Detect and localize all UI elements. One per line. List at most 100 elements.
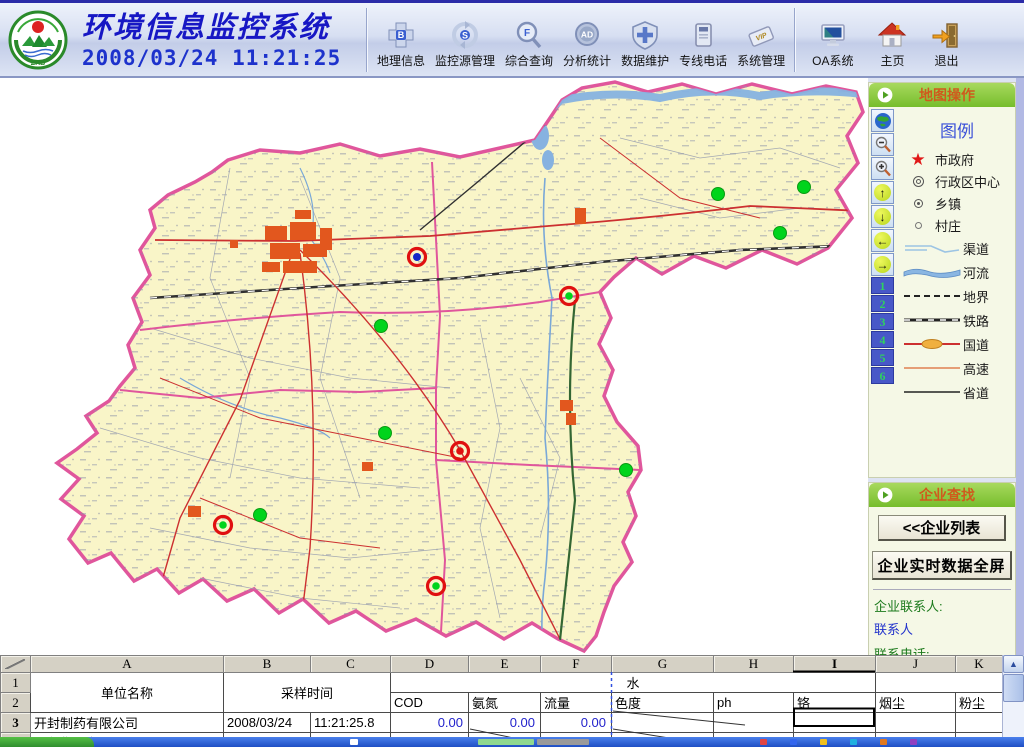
scale-button-5[interactable]: 5 [871,349,894,366]
flow-cell[interactable]: 0.00 [541,713,612,733]
windows-taskbar[interactable] [0,737,1024,747]
col-header-I[interactable]: I [794,656,876,673]
scroll-thumb[interactable] [1003,674,1024,702]
enterprise-list-button[interactable]: <<企业列表 [878,515,1006,541]
map-marker-green[interactable] [254,509,267,522]
col-header-J[interactable]: J [876,656,956,673]
enterprise-name-cell[interactable]: 开封制药有限公司 [31,713,224,733]
colority-cell[interactable] [612,713,714,733]
nav-data-maintain[interactable]: 数据维护 [616,20,674,69]
row-header-2[interactable]: 2 [1,693,31,713]
nav-geo-info[interactable]: B 地理信息 [372,20,430,69]
scale-button-4[interactable]: 4 [871,331,894,348]
nav-hotline[interactable]: 专线电话 [674,20,732,69]
dashed-line-icon [903,292,961,300]
nh3-cell[interactable]: 0.00 [469,713,541,733]
dust-cell[interactable] [956,713,1003,733]
legend-item-district-center: 行政区中心 [899,170,1015,192]
realtime-fullscreen-button[interactable]: 企业实时数据全屏 [872,551,1012,580]
scale-button-6[interactable]: 6 [871,367,894,384]
scale-button-1[interactable]: 1 [871,277,894,294]
col-header-K[interactable]: K [956,656,1003,673]
col-header-C[interactable]: C [311,656,391,673]
col-header-F[interactable]: F [541,656,612,673]
monitor-icon [818,20,848,50]
nav-label: 专线电话 [679,52,727,69]
col-header-A[interactable]: A [31,656,224,673]
tray-icon[interactable] [760,739,767,745]
map-marker-green[interactable] [774,227,787,240]
map-marker-green[interactable] [712,188,725,201]
scale-button-2[interactable]: 2 [871,295,894,312]
nav-exit[interactable]: 退出 [919,20,973,69]
full-extent-button[interactable] [871,109,894,132]
param-cr: 铬 [794,693,876,713]
map-marker-green[interactable] [375,320,388,333]
nav-query[interactable]: F 综合查询 [500,20,558,69]
pan-right-button[interactable]: → [871,253,894,276]
col-header-B[interactable]: B [224,656,311,673]
col-header-H[interactable]: H [714,656,794,673]
grid-scrollbar[interactable]: ▲ [1002,655,1024,745]
param-nh3: 氨氮 [469,693,541,713]
arrow-left-icon: ← [874,232,891,249]
pan-up-button[interactable]: ↑ [871,181,894,204]
pan-down-button[interactable]: ↓ [871,205,894,228]
river-band-icon [903,264,961,280]
taskbar-item[interactable] [537,739,589,745]
legend-item-village: 村庄 [899,214,1015,236]
zoom-in-button[interactable] [871,157,894,180]
scale-button-3[interactable]: 3 [871,313,894,330]
vip-card-icon: VIP [746,20,776,50]
tray-icon[interactable] [790,739,797,745]
svg-text:S: S [462,30,468,40]
ad-circle-icon: AD [572,20,602,50]
nav-stats[interactable]: AD 分析统计 [558,20,616,69]
row-header-3[interactable]: 3 [1,713,31,733]
ph-cell[interactable] [714,713,794,733]
provincial-road-icon [903,388,961,396]
railway-line-icon [903,316,961,324]
sample-date-cell[interactable]: 2008/03/24 [224,713,311,733]
nav-oa-system[interactable]: OA系统 [800,20,865,69]
national-road-icon [903,338,961,350]
svg-text:F: F [524,28,530,39]
map-panel-header[interactable]: 地图操作 [869,83,1015,107]
nav-source-manage[interactable]: S 监控源管理 [430,20,500,69]
row-header-1[interactable]: 1 [1,673,31,693]
tray-icon[interactable] [850,739,857,745]
data-table[interactable]: A B C D E F G H I J K 1 单位名称 采样时间 水 2 [0,655,1003,747]
tray-icon[interactable] [910,739,917,745]
col-header-G[interactable]: G [612,656,714,673]
param-flow: 流量 [541,693,612,713]
tray-icon[interactable] [820,739,827,745]
smoke-cell[interactable] [876,713,956,733]
cod-cell[interactable]: 0.00 [391,713,469,733]
map-legend: 图例 ★ 市政府 行政区中心 乡镇 村庄 [899,109,1015,404]
sample-time-cell[interactable]: 11:21:25.8 [311,713,391,733]
cr-cell[interactable] [794,713,876,733]
enterprise-panel-header[interactable]: 企业查找 [869,483,1015,507]
zoom-in-icon [874,160,892,178]
map-marker-green[interactable] [379,427,392,440]
legend-item-river: 河流 [899,260,1015,284]
col-header-D[interactable]: D [391,656,469,673]
map-marker-green[interactable] [798,181,811,194]
scroll-up-button[interactable]: ▲ [1003,655,1024,673]
map-panel-title: 地图操作 [893,85,1001,105]
start-button[interactable] [0,737,94,747]
tray-icon[interactable] [880,739,887,745]
col-header-E[interactable]: E [469,656,541,673]
phone-device-icon [688,20,718,50]
map-marker-green[interactable] [620,464,633,477]
nav-home[interactable]: 主页 [865,20,919,69]
taskbar-caret-icon[interactable] [350,739,358,745]
nav-label: 系统管理 [737,52,785,69]
grid-corner[interactable] [1,656,31,673]
zoom-out-button[interactable] [871,133,894,156]
nav-system-manage[interactable]: VIP 系统管理 [732,20,790,69]
pan-left-button[interactable]: ← [871,229,894,252]
legend-title: 图例 [899,117,1015,142]
taskbar-item[interactable] [478,739,534,745]
map-viewport[interactable] [0,78,868,655]
